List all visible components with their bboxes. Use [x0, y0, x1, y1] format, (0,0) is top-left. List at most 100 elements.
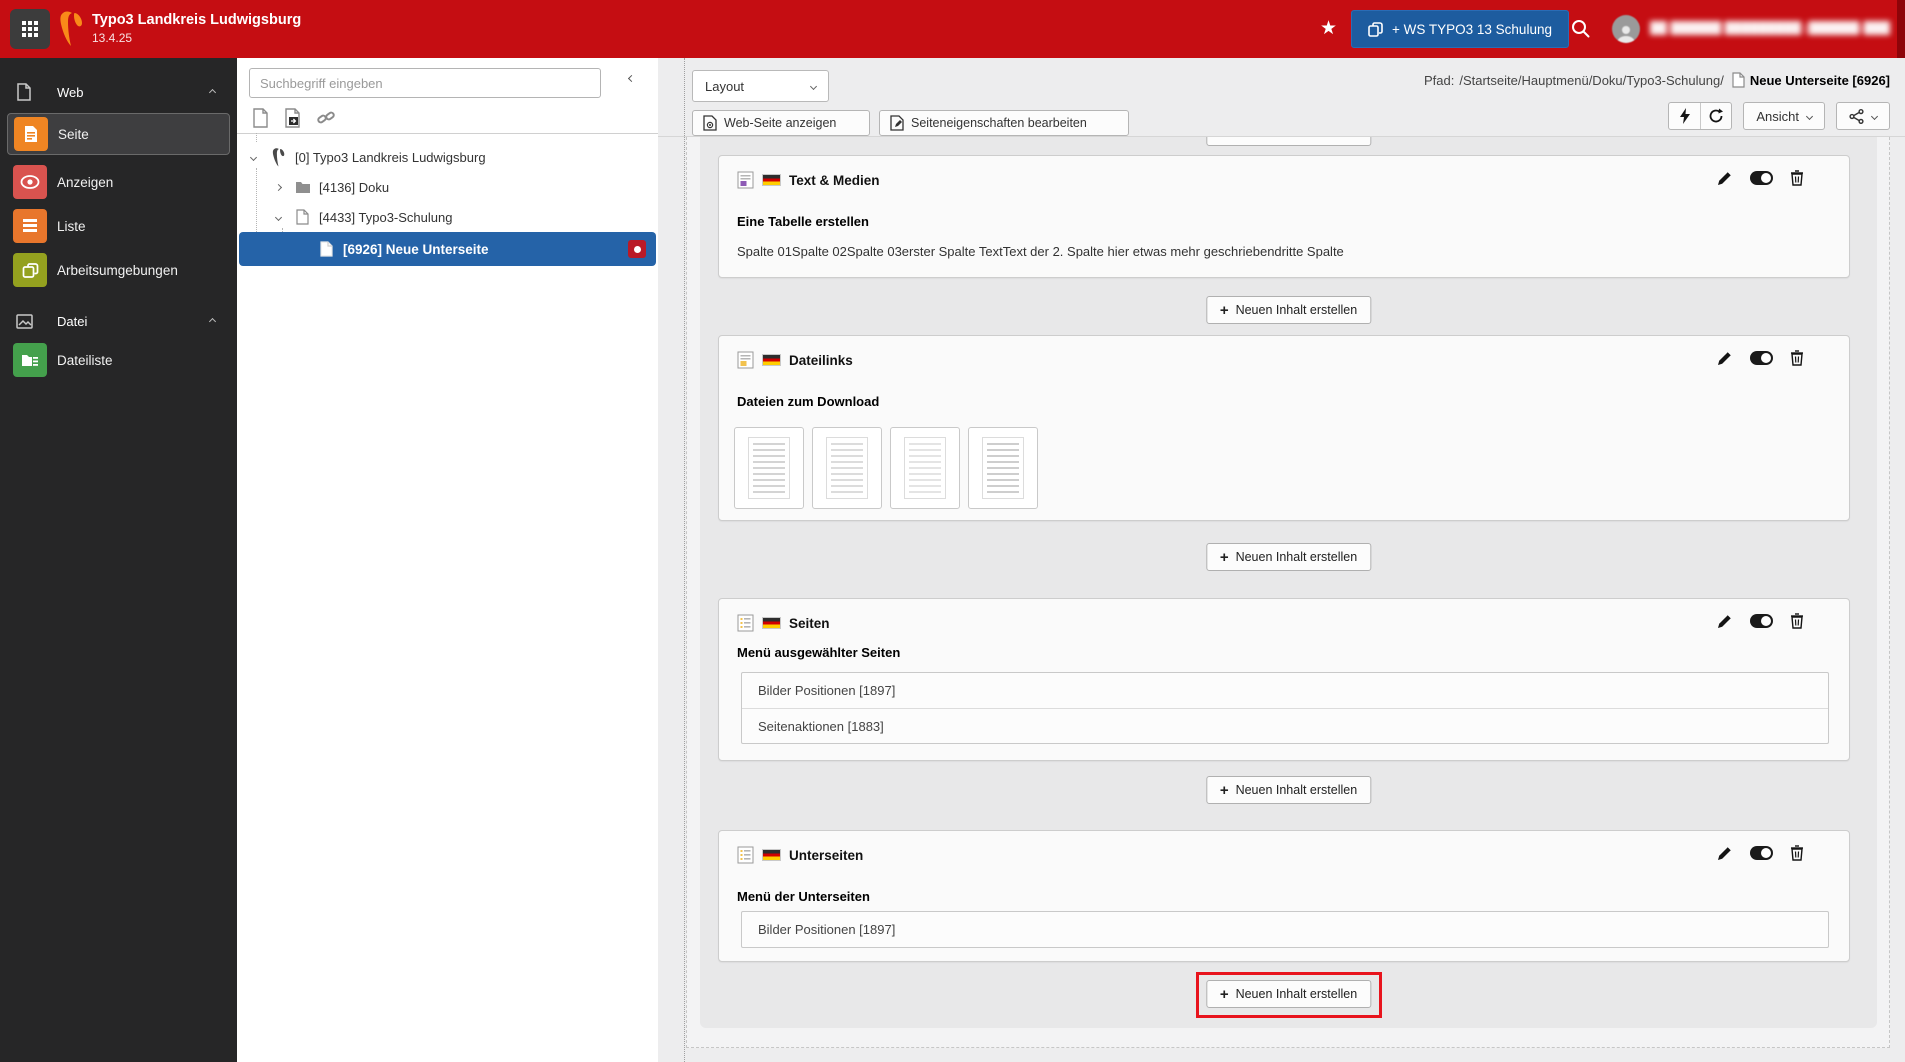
sidebar-item-anzeigen[interactable]: Anzeigen [7, 161, 230, 203]
collapse-pagetree-icon[interactable] [627, 74, 636, 83]
bookmark-star-icon[interactable]: ★ [1320, 17, 1337, 40]
tree-node-label: [4433] Typo3-Schulung [319, 209, 453, 225]
content-element-header: Menü der Unterseiten [737, 889, 870, 904]
file-thumbnails [734, 427, 1038, 509]
view-webpage-button[interactable]: Web-Seite anzeigen [692, 110, 870, 136]
new-content-button[interactable]: + Neuen Inhalt erstellen [1205, 776, 1372, 804]
sidebar-item-label: Arbeitsumgebungen [57, 262, 178, 278]
new-content-button-partial[interactable]: + Neuen Inhalt erstellen [1205, 137, 1372, 146]
sidebar-item-label: Dateiliste [57, 352, 113, 368]
delete-icon[interactable] [1790, 845, 1804, 861]
new-content-label: Neuen Inhalt erstellen [1236, 137, 1358, 139]
chevron-down-icon [809, 82, 818, 90]
nav-group-web[interactable]: Web [0, 78, 237, 106]
sidebar-item-label: Seite [58, 126, 89, 142]
page-icon [296, 209, 309, 225]
page-module-icon [14, 117, 48, 151]
workspaces-module-icon [13, 253, 47, 287]
plus-icon: + [1219, 301, 1229, 319]
file-thumbnail[interactable] [734, 427, 804, 509]
delete-icon[interactable] [1790, 170, 1804, 186]
document-icon [16, 83, 32, 101]
tree-node-doku[interactable]: [4136] Doku [237, 172, 658, 202]
filelinks-type-icon [737, 351, 754, 369]
visibility-toggle-icon[interactable] [1750, 351, 1773, 365]
topbar: Typo3 Landkreis Ludwigsburg 13.4.25 ★ + … [0, 0, 1905, 58]
new-content-button-highlighted[interactable]: + Neuen Inhalt erstellen [1205, 980, 1372, 1008]
sidebar-item-dateiliste[interactable]: Dateiliste [7, 339, 230, 381]
menu-pages-list: Bilder Positionen [1897] [741, 911, 1829, 948]
new-content-button[interactable]: + Neuen Inhalt erstellen [1205, 543, 1372, 571]
path-value: /Startseite/Hauptmenü/Doku/Typo3-Schulun… [1459, 72, 1724, 88]
user-avatar[interactable] [1612, 15, 1640, 43]
visibility-toggle-icon[interactable] [1750, 171, 1773, 185]
edit-page-properties-button[interactable]: Seiteneigenschaften bearbeiten [879, 110, 1129, 136]
menu-page-item: Seitenaktionen [1883] [742, 708, 1828, 743]
list-module-icon [13, 209, 47, 243]
function-select[interactable]: Layout [692, 70, 829, 102]
chevron-down-icon[interactable] [249, 153, 258, 161]
edit-icon[interactable] [1717, 350, 1733, 366]
edit-icon[interactable] [1717, 170, 1733, 186]
topbar-search-icon[interactable] [1570, 18, 1591, 39]
workspace-button-label: + WS TYPO3 13 Schulung [1392, 21, 1552, 37]
page-icon [1732, 72, 1745, 88]
nav-group-label: Datei [57, 313, 88, 329]
edit-icon[interactable] [1717, 845, 1733, 861]
sidebar-item-liste[interactable]: Liste [7, 205, 230, 247]
content-element-title: Text & Medien [789, 172, 880, 188]
refresh-button[interactable] [1700, 103, 1731, 129]
docheader-actions: Ansicht [1668, 102, 1890, 130]
file-thumbnail[interactable] [890, 427, 960, 509]
plus-icon: + [1219, 781, 1229, 799]
content-element-seiten[interactable]: Seiten Menü ausgewählter Seiten Bilder P… [718, 598, 1850, 761]
file-thumbnail[interactable] [968, 427, 1038, 509]
new-page-icon[interactable] [252, 108, 269, 128]
view-dropdown-button[interactable]: Ansicht [1743, 102, 1825, 130]
function-select-value: Layout [705, 78, 745, 94]
tree-node-neue-unterseite-selected[interactable]: [6926] Neue Unterseite [239, 232, 656, 266]
new-page-drag-icon[interactable] [284, 108, 303, 128]
german-flag-icon [762, 174, 781, 186]
content-element-header: Eine Tabelle erstellen [737, 214, 869, 229]
delete-icon[interactable] [1790, 350, 1804, 366]
edit-page-icon [890, 115, 904, 131]
breadcrumb: Pfad: /Startseite/Hauptmenü/Doku/Typo3-S… [1424, 72, 1890, 88]
docheader: Layout Web-Seite anzeigen Seiteneigensch… [658, 58, 1905, 137]
tree-node-label: [6926] Neue Unterseite [343, 241, 489, 257]
current-page-title: Neue Unterseite [6926] [1749, 72, 1890, 88]
menu-page-item: Bilder Positionen [1897] [758, 922, 896, 937]
edit-icon[interactable] [1717, 613, 1733, 629]
content-element-text-medien[interactable]: Text & Medien Eine Tabelle erstellen Spa… [718, 155, 1850, 278]
chevron-down-icon[interactable] [274, 213, 283, 221]
image-icon [16, 313, 33, 329]
visibility-toggle-icon[interactable] [1750, 614, 1773, 628]
visibility-toggle-icon[interactable] [1750, 846, 1773, 860]
panel-splitter[interactable] [684, 58, 685, 1062]
view-webpage-label: Web-Seite anzeigen [724, 116, 837, 130]
sidebar-item-arbeitsumgebungen[interactable]: Arbeitsumgebungen [7, 249, 230, 291]
chevron-right-icon[interactable] [274, 183, 283, 191]
share-dropdown-button[interactable] [1836, 102, 1890, 130]
sidebar-item-seite[interactable]: Seite [7, 113, 230, 155]
cache-bolt-button[interactable] [1669, 103, 1700, 129]
tree-node-label: [4136] Doku [319, 179, 390, 195]
username-redacted[interactable]: ██ ██████ █████████ (██████-█████████) [1650, 21, 1890, 35]
workspace-button[interactable]: + WS TYPO3 13 Schulung [1351, 10, 1569, 48]
site-title: Typo3 Landkreis Ludwigsburg [92, 12, 302, 28]
german-flag-icon [762, 354, 781, 366]
content-element-dateilinks[interactable]: Dateilinks Dateien zum Download [718, 335, 1850, 521]
modules-grid-button[interactable] [10, 9, 50, 49]
new-content-button[interactable]: + Neuen Inhalt erstellen [1205, 296, 1372, 324]
file-thumbnail[interactable] [812, 427, 882, 509]
delete-icon[interactable] [1790, 613, 1804, 629]
pagetree-toolbar [237, 102, 658, 134]
tree-node-typo3-schulung[interactable]: [4433] Typo3-Schulung [237, 202, 658, 232]
link-icon[interactable] [316, 108, 336, 128]
nav-group-datei[interactable]: Datei [0, 307, 237, 335]
chevron-down-icon [1870, 112, 1879, 120]
pagetree-search-input[interactable] [249, 68, 601, 98]
tree-node-root[interactable]: [0] Typo3 Landkreis Ludwigsburg [237, 142, 658, 172]
typo3-site-icon [271, 148, 287, 167]
content-element-unterseiten[interactable]: Unterseiten Menü der Unterseiten Bilder … [718, 830, 1850, 962]
